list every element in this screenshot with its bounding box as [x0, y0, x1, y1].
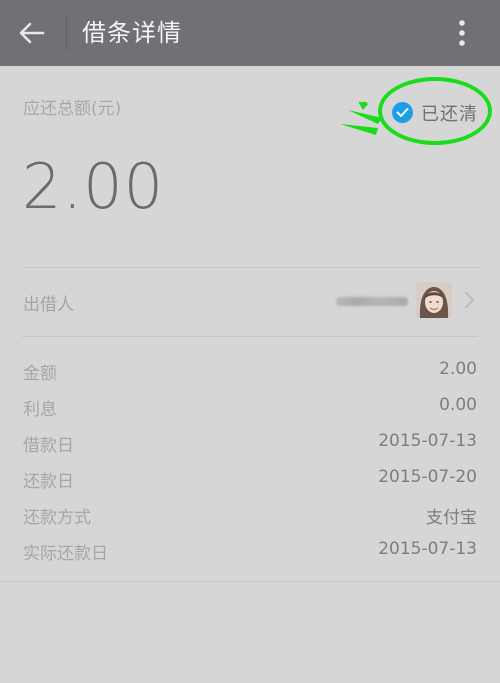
more-vertical-icon: [459, 20, 465, 46]
chevron-right-icon: [464, 291, 475, 309]
check-circle-icon: [392, 102, 413, 123]
more-options-button[interactable]: [446, 11, 478, 55]
avatar: [416, 282, 452, 318]
detail-row-borrow-date: 借款日 2015-07-13: [23, 431, 477, 463]
total-due-label: 应还总额(元): [23, 99, 122, 119]
app-bar-divider: [66, 15, 67, 51]
total-amount: 2.00: [22, 150, 165, 223]
detail-row-actual-repay-date: 实际还款日 2015-07-13: [23, 539, 477, 571]
back-button[interactable]: [10, 11, 54, 55]
detail-value: 2015-07-13: [378, 431, 477, 451]
loan-detail-content: 应还总额(元) 已还清 2.00 出借人 金额 2.00 利息 0.00 借款日…: [0, 66, 500, 683]
detail-label: 实际还款日: [23, 544, 108, 564]
detail-row-repay-method: 还款方式 支付宝: [23, 503, 477, 535]
detail-value: 2015-07-20: [378, 467, 477, 487]
detail-label: 借款日: [23, 436, 74, 456]
lender-name-redacted: [336, 297, 408, 306]
repaid-status-badge: 已还清: [376, 74, 498, 148]
detail-row-interest: 利息 0.00: [23, 395, 477, 427]
detail-label: 还款日: [23, 472, 74, 492]
lender-label: 出借人: [23, 295, 74, 315]
detail-value: 2015-07-13: [378, 539, 477, 559]
detail-row-amount: 金额 2.00: [23, 359, 477, 391]
divider: [22, 336, 478, 337]
detail-value: 支付宝: [426, 508, 477, 528]
status-label: 已还清: [421, 104, 478, 125]
app-bar: 借条详情: [0, 0, 500, 66]
detail-row-due-date: 还款日 2015-07-20: [23, 467, 477, 499]
detail-label: 利息: [23, 400, 57, 420]
detail-label: 金额: [23, 364, 57, 384]
detail-label: 还款方式: [23, 508, 91, 528]
detail-value: 2.00: [439, 359, 477, 379]
arrow-left-icon: [19, 22, 45, 44]
page-title: 借条详情: [82, 19, 182, 47]
divider: [0, 581, 500, 582]
lender-row[interactable]: 出借人: [0, 268, 500, 334]
detail-value: 0.00: [439, 395, 477, 415]
